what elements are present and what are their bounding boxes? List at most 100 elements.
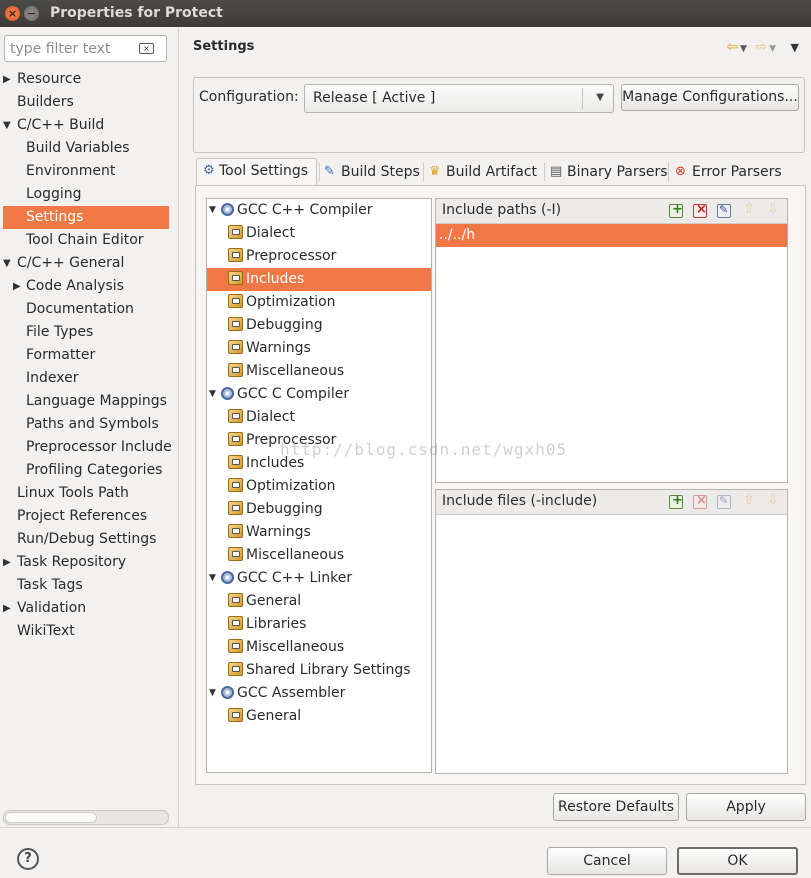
nav-item[interactable]: Environment xyxy=(0,160,178,183)
nav-item[interactable]: Paths and Symbols xyxy=(0,413,178,436)
nav-item[interactable]: File Types xyxy=(0,321,178,344)
forward-arrow-icon[interactable]: ⇨ xyxy=(755,39,769,55)
add-icon[interactable] xyxy=(669,202,683,218)
tree-option-node[interactable]: Includes xyxy=(207,268,431,291)
tab-binary-parsers[interactable]: ▤ Binary Parsers xyxy=(548,160,668,185)
nav-item-label: Tool Chain Editor xyxy=(26,232,144,248)
tree-option-node[interactable]: Miscellaneous xyxy=(228,544,344,567)
expanded-arrow-icon[interactable]: ▼ xyxy=(209,383,216,406)
move-up-icon[interactable] xyxy=(741,492,755,509)
nav-item[interactable]: WikiText xyxy=(0,620,178,643)
forward-dropdown-icon[interactable]: ▼ xyxy=(769,44,778,54)
tab-tool-settings[interactable]: ⚙ Tool Settings xyxy=(196,158,317,186)
help-icon[interactable]: ? xyxy=(17,848,39,870)
close-window-icon[interactable]: × xyxy=(5,6,20,21)
collapsed-arrow-icon[interactable]: ▶ xyxy=(3,551,11,574)
restore-defaults-button[interactable]: Restore Defaults xyxy=(553,793,679,821)
nav-item[interactable]: Preprocessor Include xyxy=(0,436,178,459)
view-menu-icon[interactable]: ▼ xyxy=(791,41,801,54)
nav-item-label: Linux Tools Path xyxy=(17,485,129,501)
ok-button[interactable]: OK xyxy=(677,847,798,875)
tree-option-node[interactable]: Preprocessor xyxy=(228,245,336,268)
tab-error-parsers[interactable]: ⊗ Error Parsers xyxy=(673,160,782,185)
expanded-arrow-icon[interactable]: ▼ xyxy=(3,114,11,137)
move-down-icon[interactable] xyxy=(765,201,779,218)
property-page-tree: ▶ Resource Builders ▼ C/C++ Build Build Varia… xyxy=(0,68,178,643)
nav-item[interactable]: ▼ C/C++ Build xyxy=(0,114,178,137)
edit-icon[interactable] xyxy=(717,494,731,509)
tree-tool-node[interactable]: ▼ GCC C++ Linker xyxy=(209,567,352,590)
tab-build-artifact[interactable]: ♛ Build Artifact xyxy=(427,160,537,185)
tree-option-node[interactable]: Libraries xyxy=(228,613,306,636)
tree-tool-node[interactable]: ▼ GCC C++ Compiler xyxy=(209,199,373,222)
scrollbar-thumb[interactable] xyxy=(5,812,97,823)
nav-item[interactable]: ▶ Validation xyxy=(0,597,178,620)
tree-option-node[interactable]: Miscellaneous xyxy=(228,636,344,659)
tab-build-steps[interactable]: ✎ Build Steps xyxy=(322,160,420,185)
collapsed-arrow-icon[interactable]: ▶ xyxy=(3,597,11,620)
list-item[interactable]: ../../h xyxy=(436,224,787,247)
delete-icon[interactable] xyxy=(693,493,707,509)
collapsed-arrow-icon[interactable]: ▶ xyxy=(13,275,21,298)
tree-option-node[interactable]: Debugging xyxy=(228,314,323,337)
nav-item[interactable]: Language Mappings xyxy=(0,390,178,413)
tree-option-node[interactable]: Shared Library Settings xyxy=(228,659,411,682)
option-category-icon xyxy=(228,271,243,285)
nav-item-label: Builders xyxy=(17,94,74,110)
nav-item[interactable]: Indexer xyxy=(0,367,178,390)
nav-item[interactable]: ▶ Task Repository xyxy=(0,551,178,574)
expanded-arrow-icon[interactable]: ▼ xyxy=(3,252,11,275)
collapsed-arrow-icon[interactable]: ▶ xyxy=(3,68,11,91)
back-dropdown-icon[interactable]: ▼ xyxy=(740,44,749,54)
tree-node-label: Debugging xyxy=(246,317,323,333)
tree-option-node[interactable]: General xyxy=(228,590,301,613)
nav-item-label: Project References xyxy=(17,508,148,524)
nav-item[interactable]: Builders xyxy=(0,91,178,114)
tree-option-node[interactable]: General xyxy=(228,705,301,728)
tree-option-node[interactable]: Warnings xyxy=(228,337,311,360)
sash[interactable] xyxy=(178,27,179,827)
tree-option-node[interactable]: Debugging xyxy=(228,498,323,521)
filter-input[interactable] xyxy=(8,38,136,59)
nav-item[interactable]: Run/Debug Settings xyxy=(0,528,178,551)
delete-icon[interactable] xyxy=(693,202,707,218)
back-arrow-icon[interactable]: ⇦ xyxy=(726,39,740,55)
tree-tool-node[interactable]: ▼ GCC Assembler xyxy=(209,682,345,705)
tree-option-node[interactable]: Warnings xyxy=(228,521,311,544)
tree-option-node[interactable]: Optimization xyxy=(228,291,336,314)
nav-item[interactable]: Settings xyxy=(3,206,169,229)
nav-item[interactable]: Project References xyxy=(0,505,178,528)
nav-item[interactable]: Documentation xyxy=(0,298,178,321)
move-down-icon[interactable] xyxy=(765,492,779,509)
tree-option-node[interactable]: Miscellaneous xyxy=(228,360,344,383)
nav-item[interactable]: Logging xyxy=(0,183,178,206)
minimize-window-icon[interactable]: − xyxy=(24,6,39,21)
build-steps-icon: ✎ xyxy=(324,164,335,179)
cancel-button[interactable]: Cancel xyxy=(547,847,667,875)
nav-item[interactable]: Build Variables xyxy=(0,137,178,160)
expanded-arrow-icon[interactable]: ▼ xyxy=(209,199,216,222)
nav-horizontal-scrollbar[interactable] xyxy=(3,810,169,825)
apply-button[interactable]: Apply xyxy=(686,793,806,821)
tree-option-node[interactable]: Dialect xyxy=(228,406,295,429)
configuration-select[interactable]: Release [ Active ] ▼ xyxy=(304,84,614,113)
edit-icon[interactable] xyxy=(717,203,731,218)
expanded-arrow-icon[interactable]: ▼ xyxy=(209,682,216,705)
manage-configurations-button[interactable]: Manage Configurations... xyxy=(621,84,799,111)
nav-item[interactable]: Linux Tools Path xyxy=(0,482,178,505)
nav-item[interactable]: Tool Chain Editor xyxy=(0,229,178,252)
move-up-icon[interactable] xyxy=(741,201,755,218)
tree-option-node[interactable]: Optimization xyxy=(228,475,336,498)
nav-item[interactable]: Task Tags xyxy=(0,574,178,597)
add-icon[interactable] xyxy=(669,493,683,509)
nav-item[interactable]: Profiling Categories xyxy=(0,459,178,482)
tool-settings-icon: ⚙ xyxy=(203,163,215,178)
tree-tool-node[interactable]: ▼ GCC C Compiler xyxy=(209,383,349,406)
nav-item[interactable]: Formatter xyxy=(0,344,178,367)
nav-item[interactable]: ▶ Resource xyxy=(0,68,178,91)
nav-item[interactable]: ▼ C/C++ General xyxy=(0,252,178,275)
expanded-arrow-icon[interactable]: ▼ xyxy=(209,567,216,590)
nav-item[interactable]: ▶ Code Analysis xyxy=(0,275,178,298)
clear-filter-icon[interactable]: × xyxy=(139,43,154,54)
tree-option-node[interactable]: Dialect xyxy=(228,222,295,245)
